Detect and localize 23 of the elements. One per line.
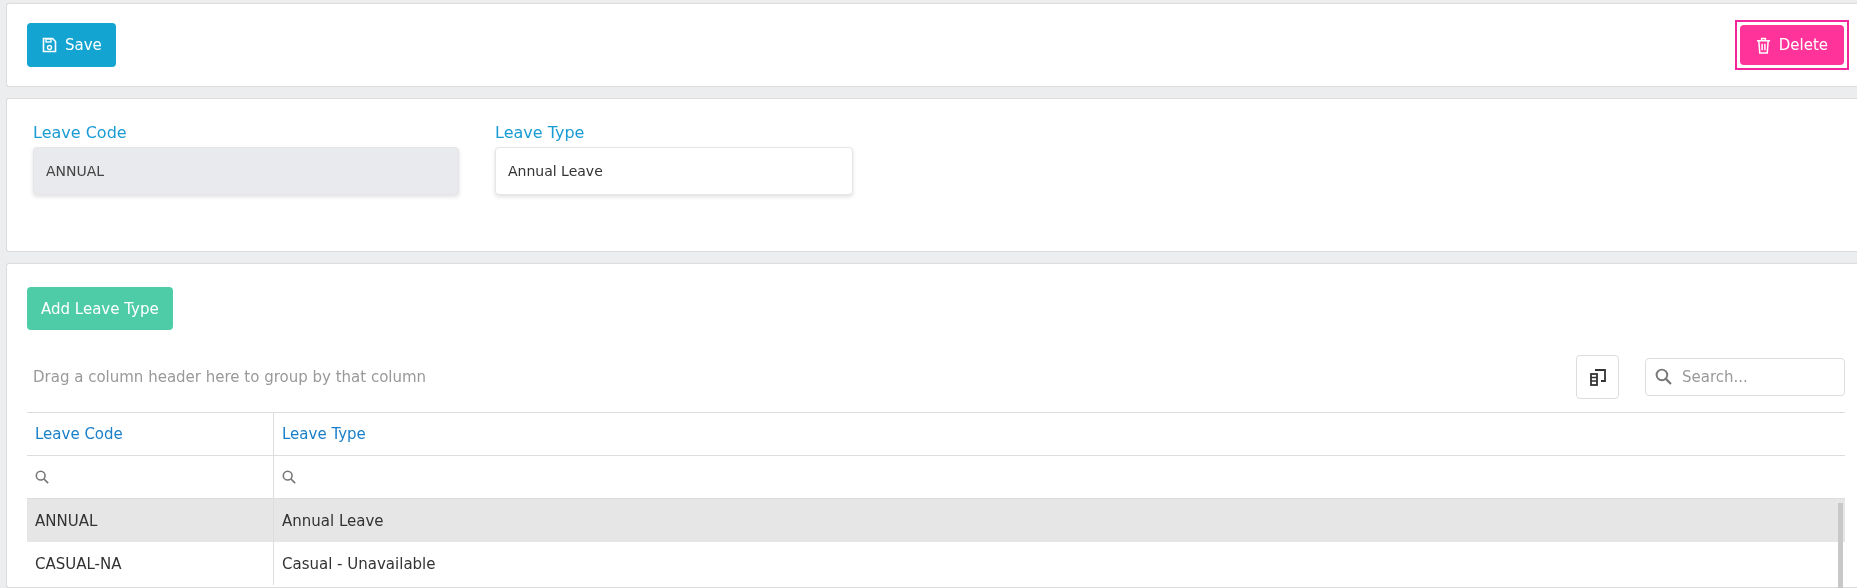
trash-icon <box>1755 36 1771 54</box>
group-panel-hint: Drag a column header here to group by that column <box>33 368 428 386</box>
column-chooser-icon <box>1588 368 1607 386</box>
filter-search-icon <box>282 470 296 484</box>
table-row[interactable]: CASUAL-NA Casual - Unavailable <box>27 542 1845 585</box>
column-header[interactable]: Leave Code <box>27 413 274 455</box>
field-label: Leave Type <box>495 123 586 142</box>
save-button[interactable]: Save <box>27 23 116 67</box>
table-cell-text: Annual Leave <box>281 510 385 532</box>
table-cell: CASUAL-NA <box>27 542 274 585</box>
column-header[interactable]: Leave Type <box>274 413 1831 455</box>
column-chooser-button[interactable] <box>1576 355 1619 399</box>
table-cell: ANNUAL <box>27 499 274 542</box>
table-row[interactable]: ANNUAL Annual Leave <box>27 499 1845 542</box>
scrollbar[interactable] <box>1838 503 1843 588</box>
delete-button[interactable]: Delete <box>1739 25 1844 65</box>
search-icon <box>1655 368 1672 385</box>
filter-search-icon <box>35 470 49 484</box>
text-field[interactable]: Annual Leave <box>495 147 853 195</box>
field-label: Leave Code <box>33 123 128 142</box>
save-icon <box>41 37 57 53</box>
search-field[interactable]: Search... <box>1645 358 1845 396</box>
table-cell-text: Casual - Unavailable <box>281 553 437 575</box>
